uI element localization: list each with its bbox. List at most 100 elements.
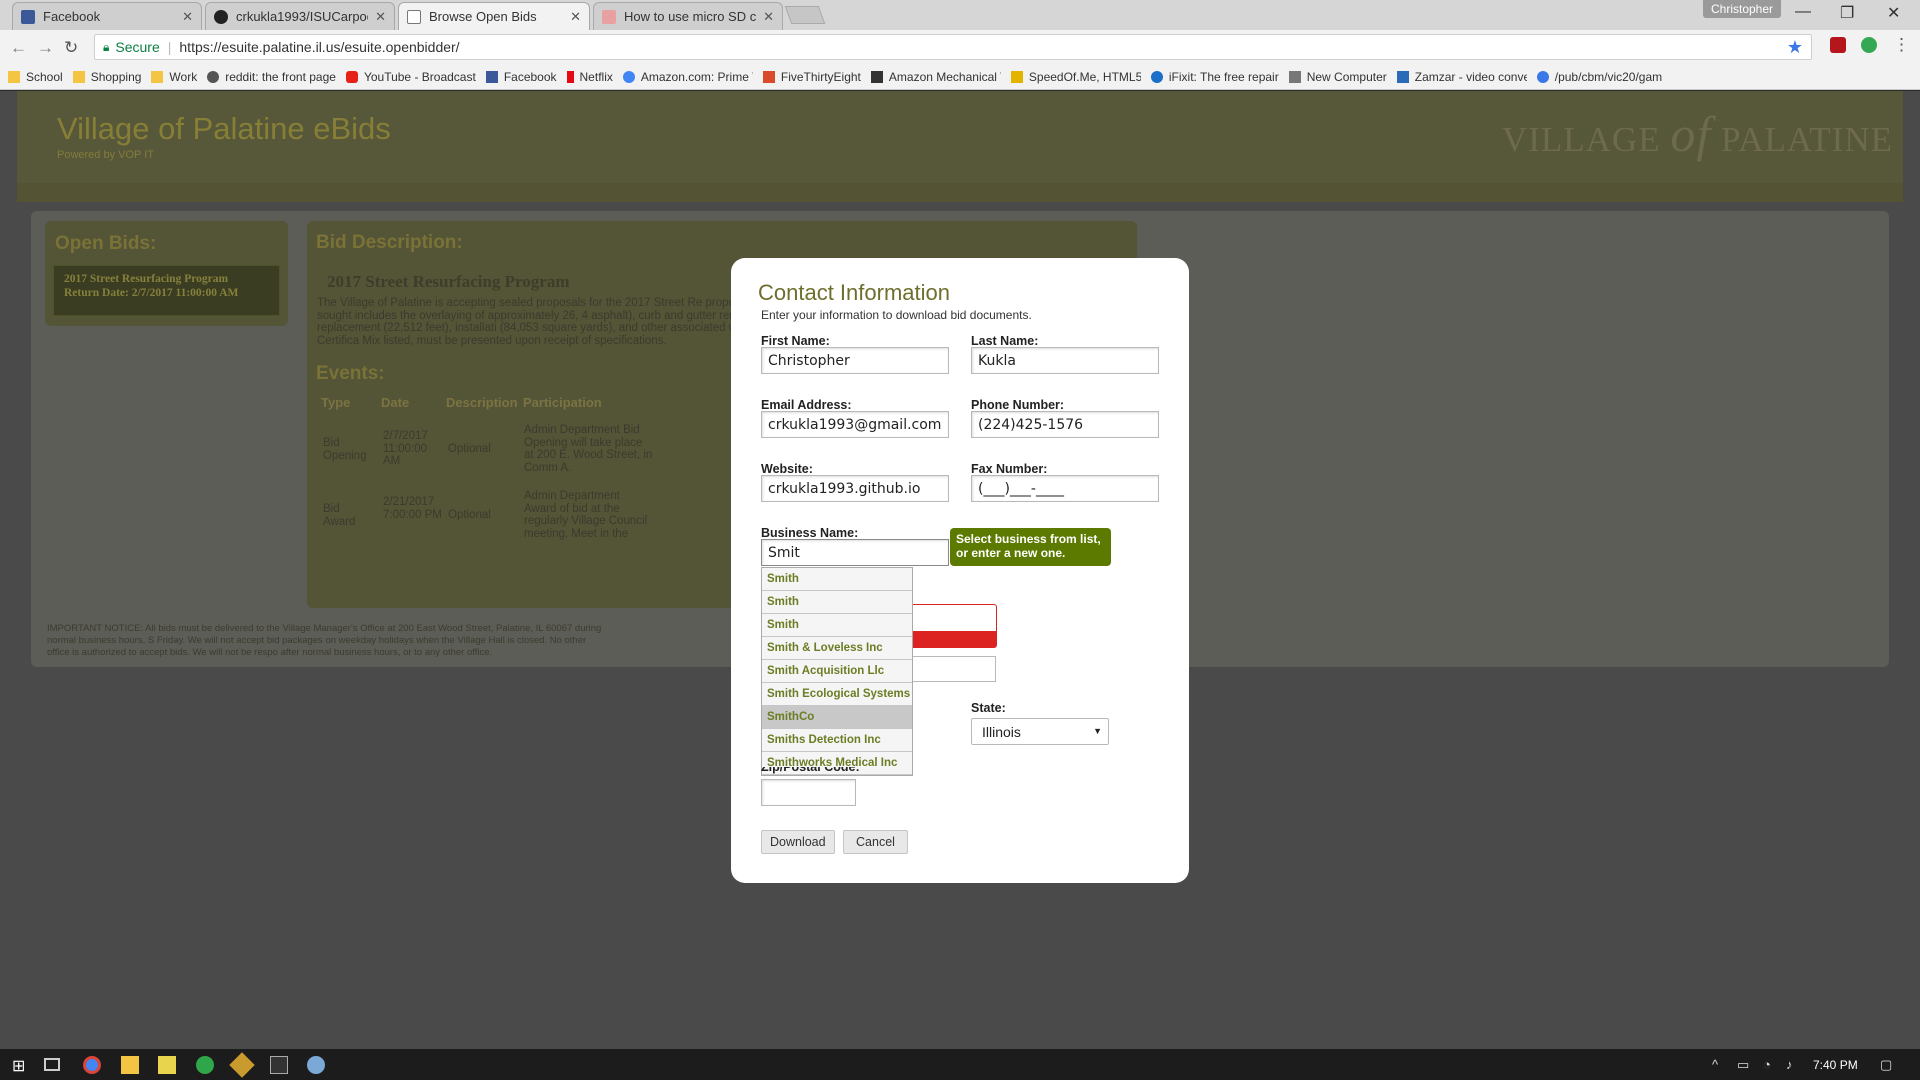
bookmark-zamzar[interactable]: Zamzar - video conve (1396, 69, 1527, 84)
volume-icon[interactable]: ♪ (1786, 1057, 1793, 1072)
ifixit-icon (1150, 70, 1163, 83)
windows-taskbar: ⊞ ^ ▭ ◔ ♪ 7:40 PM ▢ (0, 1049, 1920, 1080)
suggestion-item[interactable]: Smith (762, 568, 912, 591)
battery-icon[interactable]: ▭ (1737, 1057, 1749, 1073)
task-view-icon[interactable] (44, 1058, 60, 1071)
restore-icon[interactable]: ❐ (1840, 3, 1854, 23)
facebook-icon (485, 70, 498, 83)
suggestion-item[interactable]: Smith Ecological Systems Inc (762, 683, 912, 706)
bookmark-reddit[interactable]: reddit: the front page (207, 70, 336, 84)
profile-button[interactable]: Christopher (1703, 0, 1782, 18)
fax-field[interactable]: (___)___-____ (971, 475, 1159, 502)
column-header: Date (381, 395, 410, 410)
business-suggestions-list: Smith Smith Smith Smith & Loveless Inc S… (761, 567, 913, 776)
bookmark-label: /pub/cbm/vic20/gam (1554, 69, 1663, 84)
bookmark-label: reddit: the front page (225, 69, 336, 84)
last-name-label: Last Name: (971, 334, 1039, 348)
app-icon[interactable] (307, 1056, 325, 1074)
menu-icon[interactable]: ⋮ (1893, 35, 1910, 55)
clock[interactable]: 7:40 PM (1813, 1058, 1858, 1072)
bookmark-new-computer[interactable]: New Computer (1288, 70, 1387, 84)
site-icon (602, 9, 616, 24)
logo-text-left: VILLAGE (1501, 120, 1661, 159)
google-icon (622, 70, 635, 83)
chevron-up-icon[interactable]: ^ (1712, 1057, 1718, 1072)
email-field[interactable]: crkukla1993@gmail.com (761, 411, 949, 438)
business-name-field[interactable]: Smit (761, 539, 949, 566)
sticky-notes-icon[interactable] (158, 1056, 176, 1074)
windows-start-icon[interactable]: ⊞ (12, 1056, 30, 1075)
bookmark-label: Netflix (579, 69, 613, 84)
last-name-field[interactable]: Kukla (971, 347, 1159, 374)
ublock-icon[interactable] (1830, 37, 1846, 53)
wifi-icon[interactable]: ◔ (1763, 1057, 1771, 1072)
tab-browse-open-bids[interactable]: Browse Open Bids ✕ (398, 2, 590, 30)
tab-micro-sd[interactable]: How to use micro SD car ✕ (593, 2, 783, 30)
back-icon[interactable]: ← (10, 38, 27, 58)
close-icon[interactable]: ✕ (763, 9, 774, 25)
partially-hidden-field[interactable] (910, 656, 996, 682)
suggestion-item[interactable]: Smith (762, 614, 912, 637)
git-icon[interactable] (229, 1052, 255, 1078)
bookmark-label: Zamzar - video conve (1414, 69, 1527, 84)
new-tab-button[interactable] (784, 6, 826, 24)
bookmark-label: Amazon.com: Prime V (640, 69, 753, 84)
phone-label: Phone Number: (971, 398, 1065, 412)
dialog-title: Contact Information (758, 280, 950, 305)
folder-icon (151, 70, 164, 83)
suggestion-item[interactable]: Smith & Loveless Inc (762, 637, 912, 660)
close-icon[interactable]: ✕ (570, 9, 581, 25)
website-field[interactable]: crkukla1993.github.io (761, 475, 949, 502)
fax-label: Fax Number: (971, 462, 1048, 476)
url-text[interactable]: https://esuite.palatine.il.us/esuite.ope… (179, 39, 459, 55)
bookmark-label: Facebook (503, 69, 557, 84)
extension-icon[interactable] (1861, 37, 1877, 53)
phone-field[interactable]: (224)425-1576 (971, 411, 1159, 438)
tab-github[interactable]: crkukla1993/ISUCarpool ✕ (205, 2, 395, 30)
business-tooltip: Select business from list, or enter a ne… (950, 528, 1111, 566)
bookmark-fivethirtyeight[interactable]: FiveThirtyEight (762, 70, 861, 84)
bookmark-youtube[interactable]: YouTube - Broadcast (345, 70, 476, 84)
chrome-icon[interactable] (83, 1056, 101, 1074)
reload-icon[interactable]: ↻ (64, 38, 78, 58)
suggestion-item[interactable]: Smith Acquisition Llc (762, 660, 912, 683)
bookmark-label: SpeedOf.Me, HTML5 (1028, 69, 1141, 84)
open-bid-item[interactable]: 2017 Street Resurfacing Program Return D… (53, 265, 280, 316)
folder-icon (8, 70, 20, 83)
suggestion-item[interactable]: Smith (762, 591, 912, 614)
bookmark-speedofme[interactable]: SpeedOf.Me, HTML5 (1010, 69, 1141, 84)
omnibox[interactable]: 🔒︎ Secure | https://esuite.palatine.il.u… (94, 34, 1812, 60)
close-icon[interactable]: ✕ (375, 9, 386, 25)
suggestion-item-selected[interactable]: SmithCo (762, 706, 912, 729)
invalid-field[interactable] (910, 604, 997, 648)
file-explorer-icon[interactable] (121, 1056, 139, 1074)
tab-facebook[interactable]: Facebook ✕ (12, 2, 202, 30)
close-window-icon[interactable]: ✕ (1887, 3, 1900, 23)
minimize-icon[interactable]: — (1795, 3, 1811, 21)
bookmark-amazon-prime[interactable]: Amazon.com: Prime V (622, 69, 753, 84)
bookmark-shopping[interactable]: Shopping (72, 70, 141, 84)
first-name-field[interactable]: Christopher (761, 347, 949, 374)
app-icon[interactable] (196, 1056, 214, 1074)
bookmark-amazon-mturk[interactable]: Amazon Mechanical T (870, 70, 1001, 84)
bookmark-ifixit[interactable]: iFixit: The free repair (1150, 70, 1279, 84)
bookmark-facebook[interactable]: Facebook (485, 69, 557, 84)
cancel-button[interactable]: Cancel (843, 830, 908, 854)
download-button[interactable]: Download (761, 830, 835, 854)
terminal-icon[interactable] (270, 1056, 288, 1074)
zip-field[interactable] (761, 779, 856, 806)
suggestion-item[interactable]: Smiths Detection Inc (762, 729, 912, 752)
table-cell: Admin Department Bid Opening will take p… (524, 424, 653, 475)
bookmark-star-icon[interactable]: ★ (1787, 37, 1803, 58)
state-select[interactable]: Illinois ▼ (971, 718, 1109, 745)
browser-tab-strip: Facebook ✕ crkukla1993/ISUCarpool ✕ Brow… (0, 0, 1920, 30)
bookmark-school[interactable]: School (8, 70, 63, 84)
bookmark-vic20[interactable]: /pub/cbm/vic20/gam (1536, 69, 1663, 84)
bookmark-work[interactable]: Work (151, 70, 197, 84)
bookmark-netflix[interactable]: Netflix (566, 69, 613, 84)
close-icon[interactable]: ✕ (182, 9, 193, 25)
forward-icon[interactable]: → (37, 38, 54, 58)
village-logo: VILLAGE of PALATINE (1502, 105, 1893, 163)
error-highlight (911, 631, 996, 647)
notifications-icon[interactable]: ▢ (1880, 1057, 1892, 1073)
